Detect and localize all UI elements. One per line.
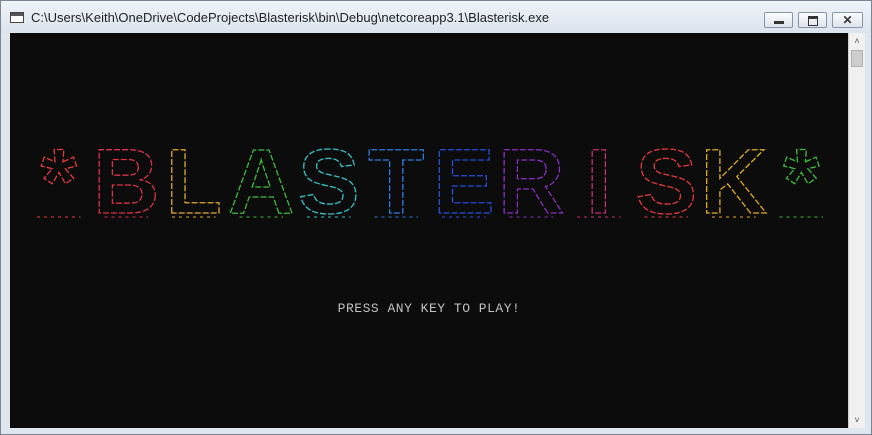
banner-letter-8: I [577,130,621,234]
banner-letter-10: K [700,130,768,233]
svg-text:S: S [636,131,697,233]
svg-text:K: K [701,131,767,233]
console-app-icon[interactable] [10,12,24,23]
maximize-icon [799,13,826,27]
svg-text:L: L [166,131,222,233]
press-any-key-prompt: PRESS ANY KEY TO PLAY! [337,301,521,316]
maximize-button[interactable] [798,12,827,28]
svg-text:R: R [498,131,564,233]
scroll-up-icon[interactable]: ˄ [849,33,865,49]
banner-letter-5: T [367,130,425,233]
close-icon: ✕ [842,13,853,27]
banner-letter-0: * [37,130,81,234]
svg-text:E: E [433,131,494,233]
svg-text:I: I [586,131,612,233]
banner-letter-2: L [165,130,223,233]
svg-text:T: T [368,131,424,233]
scroll-down-icon[interactable]: ˅ [849,412,865,428]
title-bar[interactable]: C:\Users\Keith\OneDrive\CodeProjects\Bla… [1,1,871,33]
close-button[interactable]: ✕ [832,12,863,28]
svg-text:S: S [298,131,359,233]
vertical-scrollbar[interactable]: ˄ ˅ [848,33,865,428]
banner-letter-9: S [635,130,698,233]
banner-letter-4: S [297,130,360,233]
banner-letter-7: R [497,130,565,233]
banner-letter-3: A [227,130,295,233]
svg-text:*: * [783,131,819,233]
svg-text:B: B [93,131,159,233]
scroll-thumb[interactable] [851,50,863,67]
svg-text:A: A [228,131,294,233]
console-window: C:\Users\Keith\OneDrive\CodeProjects\Bla… [0,0,872,435]
banner-letter-11: * [779,130,823,234]
minimize-button[interactable] [764,12,793,28]
console-output[interactable]: * B L A S T E R I S K * PRESS ANY KEY TO PLAY! [10,33,848,428]
banner-letter-1: B [92,130,160,233]
blasterisk-ascii-banner: * B L A S T E R I S K * [37,130,823,234]
minimize-icon [765,13,792,27]
banner-letter-6: E [432,130,495,233]
window-title: C:\Users\Keith\OneDrive\CodeProjects\Bla… [31,10,550,25]
svg-text:*: * [41,131,77,233]
